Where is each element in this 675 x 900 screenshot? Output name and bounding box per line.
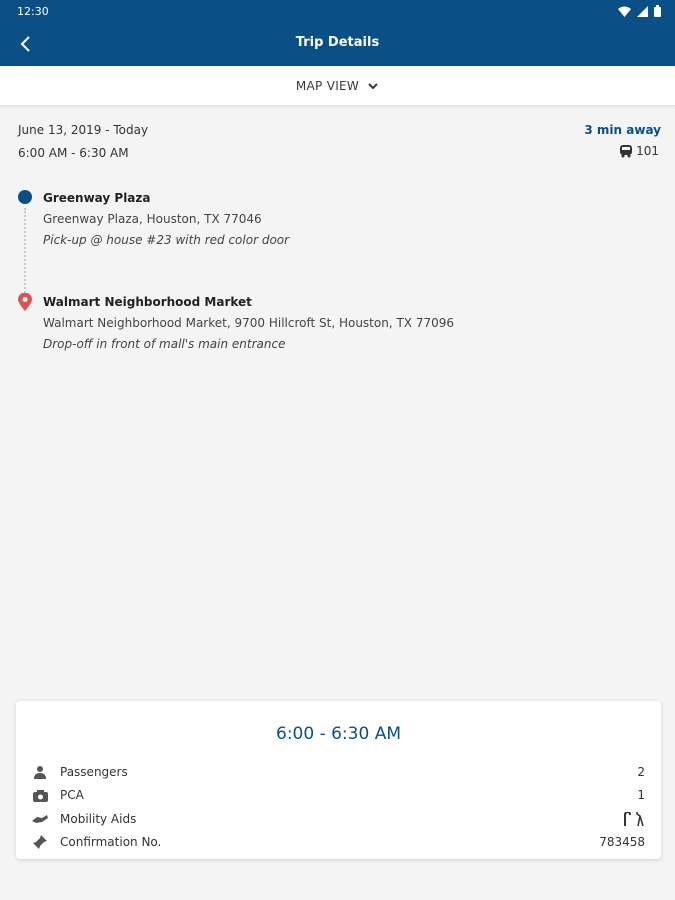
map-view-label: MAP VIEW bbox=[295, 78, 360, 93]
pca-label: PCA bbox=[60, 788, 84, 802]
pickup-name: Greenway Plaza bbox=[43, 191, 151, 205]
app-bar: Trip Details bbox=[0, 24, 675, 66]
pca-value: 1 bbox=[637, 788, 645, 802]
eta-label: 3 min away bbox=[584, 123, 661, 137]
hand-icon bbox=[32, 811, 48, 827]
pca-row: PCA 1 bbox=[32, 785, 645, 805]
vehicle-info: 101 bbox=[619, 144, 659, 158]
bus-icon bbox=[620, 145, 633, 158]
pickup-dot-icon bbox=[18, 190, 32, 204]
mobility-aids-row: Mobility Aids bbox=[32, 809, 645, 829]
pin-icon bbox=[32, 834, 48, 850]
passengers-row: Passengers 2 bbox=[32, 762, 645, 782]
vehicle-number: 101 bbox=[636, 144, 659, 158]
confirmation-label: Confirmation No. bbox=[60, 835, 162, 849]
signal-icon bbox=[637, 5, 648, 17]
map-view-toggle[interactable]: MAP VIEW bbox=[0, 66, 675, 106]
passengers-label: Passengers bbox=[60, 765, 128, 779]
confirmation-row: Confirmation No. 783458 bbox=[32, 832, 645, 852]
pickup-note: Pick-up @ house #23 with red color door bbox=[43, 233, 290, 247]
dropoff-address: Walmart Neighborhood Market, 9700 Hillcr… bbox=[43, 316, 454, 330]
cane-icon bbox=[624, 812, 631, 826]
chevron-down-icon bbox=[368, 82, 378, 89]
person-icon bbox=[32, 764, 48, 780]
trip-summary-card: 6:00 - 6:30 AM Passengers 2 PCA 1 Mobili… bbox=[16, 701, 661, 859]
pickup-address: Greenway Plaza, Houston, TX 77046 bbox=[43, 212, 262, 226]
trip-time-range: 6:00 AM - 6:30 AM bbox=[18, 146, 129, 160]
status-icons bbox=[618, 5, 661, 17]
battery-icon bbox=[654, 5, 661, 17]
confirmation-value: 783458 bbox=[599, 835, 645, 849]
route-connector bbox=[24, 208, 26, 293]
camera-icon bbox=[32, 787, 48, 803]
mobility-aids-label: Mobility Aids bbox=[60, 812, 137, 826]
status-bar: 12:30 bbox=[0, 0, 675, 24]
trip-date: June 13, 2019 - Today bbox=[18, 123, 149, 137]
location-pin-icon bbox=[18, 293, 32, 311]
wifi-icon bbox=[618, 6, 631, 17]
walker-icon bbox=[636, 812, 644, 826]
dropoff-note: Drop-off in front of mall's main entranc… bbox=[43, 337, 286, 351]
summary-time: 6:00 - 6:30 AM bbox=[276, 724, 401, 744]
mobility-aids-value bbox=[623, 812, 645, 826]
page-title: Trip Details bbox=[295, 35, 380, 50]
dropoff-name: Walmart Neighborhood Market bbox=[43, 295, 252, 309]
status-time: 12:30 bbox=[17, 5, 49, 18]
passengers-value: 2 bbox=[637, 765, 645, 779]
